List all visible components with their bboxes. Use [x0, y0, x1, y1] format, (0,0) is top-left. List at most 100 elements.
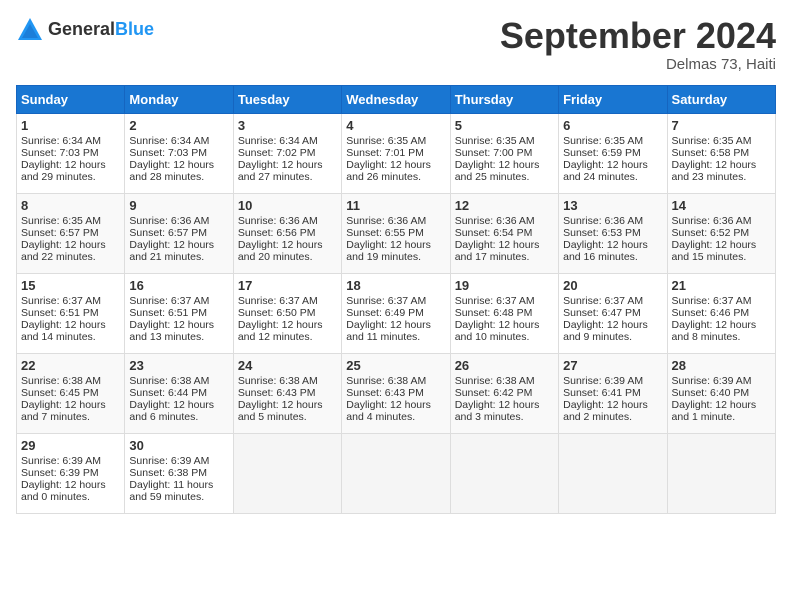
sunrise: Sunrise: 6:35 AM: [455, 135, 535, 147]
calendar-cell: [342, 433, 450, 513]
sunrise: Sunrise: 6:39 AM: [129, 455, 209, 467]
calendar-body: 1Sunrise: 6:34 AMSunset: 7:03 PMDaylight…: [17, 113, 776, 513]
calendar-cell: [559, 433, 667, 513]
week-row-1: 1Sunrise: 6:34 AMSunset: 7:03 PMDaylight…: [17, 113, 776, 193]
sunset: Sunset: 6:53 PM: [563, 227, 641, 239]
calendar-cell: 1Sunrise: 6:34 AMSunset: 7:03 PMDaylight…: [17, 113, 125, 193]
daylight: Daylight: 12 hours and 6 minutes.: [129, 399, 214, 423]
sunset: Sunset: 6:57 PM: [129, 227, 207, 239]
day-number: 8: [21, 198, 120, 213]
sunset: Sunset: 6:57 PM: [21, 227, 99, 239]
sunrise: Sunrise: 6:35 AM: [672, 135, 752, 147]
header-day-sunday: Sunday: [17, 85, 125, 113]
sunrise: Sunrise: 6:36 AM: [129, 215, 209, 227]
sunset: Sunset: 6:51 PM: [129, 307, 207, 319]
calendar-header: SundayMondayTuesdayWednesdayThursdayFrid…: [17, 85, 776, 113]
header-day-tuesday: Tuesday: [233, 85, 341, 113]
daylight: Daylight: 12 hours and 12 minutes.: [238, 319, 323, 343]
day-number: 4: [346, 118, 445, 133]
sunrise: Sunrise: 6:35 AM: [346, 135, 426, 147]
sunset: Sunset: 6:50 PM: [238, 307, 316, 319]
week-row-4: 22Sunrise: 6:38 AMSunset: 6:45 PMDayligh…: [17, 353, 776, 433]
sunset: Sunset: 6:43 PM: [238, 387, 316, 399]
sunset: Sunset: 6:49 PM: [346, 307, 424, 319]
week-row-3: 15Sunrise: 6:37 AMSunset: 6:51 PMDayligh…: [17, 273, 776, 353]
day-number: 25: [346, 358, 445, 373]
day-number: 15: [21, 278, 120, 293]
sunset: Sunset: 6:40 PM: [672, 387, 750, 399]
day-number: 23: [129, 358, 228, 373]
logo-text: GeneralBlue: [48, 20, 154, 40]
day-number: 17: [238, 278, 337, 293]
day-number: 29: [21, 438, 120, 453]
daylight: Daylight: 12 hours and 15 minutes.: [672, 239, 757, 263]
calendar-cell: 17Sunrise: 6:37 AMSunset: 6:50 PMDayligh…: [233, 273, 341, 353]
day-number: 26: [455, 358, 554, 373]
day-number: 10: [238, 198, 337, 213]
calendar-cell: 3Sunrise: 6:34 AMSunset: 7:02 PMDaylight…: [233, 113, 341, 193]
sunset: Sunset: 6:39 PM: [21, 467, 99, 479]
day-number: 16: [129, 278, 228, 293]
sunset: Sunset: 7:02 PM: [238, 147, 316, 159]
daylight: Daylight: 12 hours and 17 minutes.: [455, 239, 540, 263]
sunset: Sunset: 6:46 PM: [672, 307, 750, 319]
sunrise: Sunrise: 6:36 AM: [346, 215, 426, 227]
day-number: 11: [346, 198, 445, 213]
sunset: Sunset: 6:45 PM: [21, 387, 99, 399]
sunrise: Sunrise: 6:38 AM: [346, 375, 426, 387]
day-number: 7: [672, 118, 771, 133]
day-number: 28: [672, 358, 771, 373]
week-row-5: 29Sunrise: 6:39 AMSunset: 6:39 PMDayligh…: [17, 433, 776, 513]
calendar-cell: 23Sunrise: 6:38 AMSunset: 6:44 PMDayligh…: [125, 353, 233, 433]
calendar-cell: [233, 433, 341, 513]
calendar-cell: 14Sunrise: 6:36 AMSunset: 6:52 PMDayligh…: [667, 193, 775, 273]
daylight: Daylight: 12 hours and 2 minutes.: [563, 399, 648, 423]
calendar-cell: 22Sunrise: 6:38 AMSunset: 6:45 PMDayligh…: [17, 353, 125, 433]
calendar-cell: 25Sunrise: 6:38 AMSunset: 6:43 PMDayligh…: [342, 353, 450, 433]
month-title: September 2024: [500, 16, 776, 56]
calendar-cell: 9Sunrise: 6:36 AMSunset: 6:57 PMDaylight…: [125, 193, 233, 273]
daylight: Daylight: 12 hours and 14 minutes.: [21, 319, 106, 343]
daylight: Daylight: 12 hours and 7 minutes.: [21, 399, 106, 423]
calendar-cell: [667, 433, 775, 513]
daylight: Daylight: 12 hours and 29 minutes.: [21, 159, 106, 183]
header-day-thursday: Thursday: [450, 85, 558, 113]
sunset: Sunset: 6:55 PM: [346, 227, 424, 239]
day-number: 9: [129, 198, 228, 213]
sunrise: Sunrise: 6:37 AM: [672, 295, 752, 307]
sunrise: Sunrise: 6:34 AM: [238, 135, 318, 147]
calendar-cell: 2Sunrise: 6:34 AMSunset: 7:03 PMDaylight…: [125, 113, 233, 193]
sunset: Sunset: 7:00 PM: [455, 147, 533, 159]
sunrise: Sunrise: 6:36 AM: [672, 215, 752, 227]
daylight: Daylight: 12 hours and 16 minutes.: [563, 239, 648, 263]
sunrise: Sunrise: 6:38 AM: [238, 375, 318, 387]
sunrise: Sunrise: 6:36 AM: [455, 215, 535, 227]
sunrise: Sunrise: 6:36 AM: [238, 215, 318, 227]
day-number: 30: [129, 438, 228, 453]
daylight: Daylight: 12 hours and 22 minutes.: [21, 239, 106, 263]
daylight: Daylight: 12 hours and 10 minutes.: [455, 319, 540, 343]
calendar-cell: 16Sunrise: 6:37 AMSunset: 6:51 PMDayligh…: [125, 273, 233, 353]
daylight: Daylight: 12 hours and 24 minutes.: [563, 159, 648, 183]
daylight: Daylight: 12 hours and 4 minutes.: [346, 399, 431, 423]
sunrise: Sunrise: 6:39 AM: [563, 375, 643, 387]
header-day-monday: Monday: [125, 85, 233, 113]
header-day-wednesday: Wednesday: [342, 85, 450, 113]
calendar-cell: 5Sunrise: 6:35 AMSunset: 7:00 PMDaylight…: [450, 113, 558, 193]
day-number: 24: [238, 358, 337, 373]
day-number: 5: [455, 118, 554, 133]
day-number: 22: [21, 358, 120, 373]
logo-icon: [16, 16, 44, 44]
calendar-cell: 6Sunrise: 6:35 AMSunset: 6:59 PMDaylight…: [559, 113, 667, 193]
sunrise: Sunrise: 6:37 AM: [21, 295, 101, 307]
daylight: Daylight: 12 hours and 20 minutes.: [238, 239, 323, 263]
day-number: 6: [563, 118, 662, 133]
sunset: Sunset: 7:03 PM: [21, 147, 99, 159]
sunset: Sunset: 6:41 PM: [563, 387, 641, 399]
calendar-cell: 10 Sunrise: 6:36 AMSunset: 6:56 PMDayligh…: [233, 193, 341, 273]
sunset: Sunset: 6:56 PM: [238, 227, 316, 239]
calendar-cell: 19Sunrise: 6:37 AMSunset: 6:48 PMDayligh…: [450, 273, 558, 353]
sunrise: Sunrise: 6:37 AM: [129, 295, 209, 307]
title-area: September 2024 Delmas 73, Haiti: [500, 16, 776, 73]
week-row-2: 8Sunrise: 6:35 AMSunset: 6:57 PMDaylight…: [17, 193, 776, 273]
